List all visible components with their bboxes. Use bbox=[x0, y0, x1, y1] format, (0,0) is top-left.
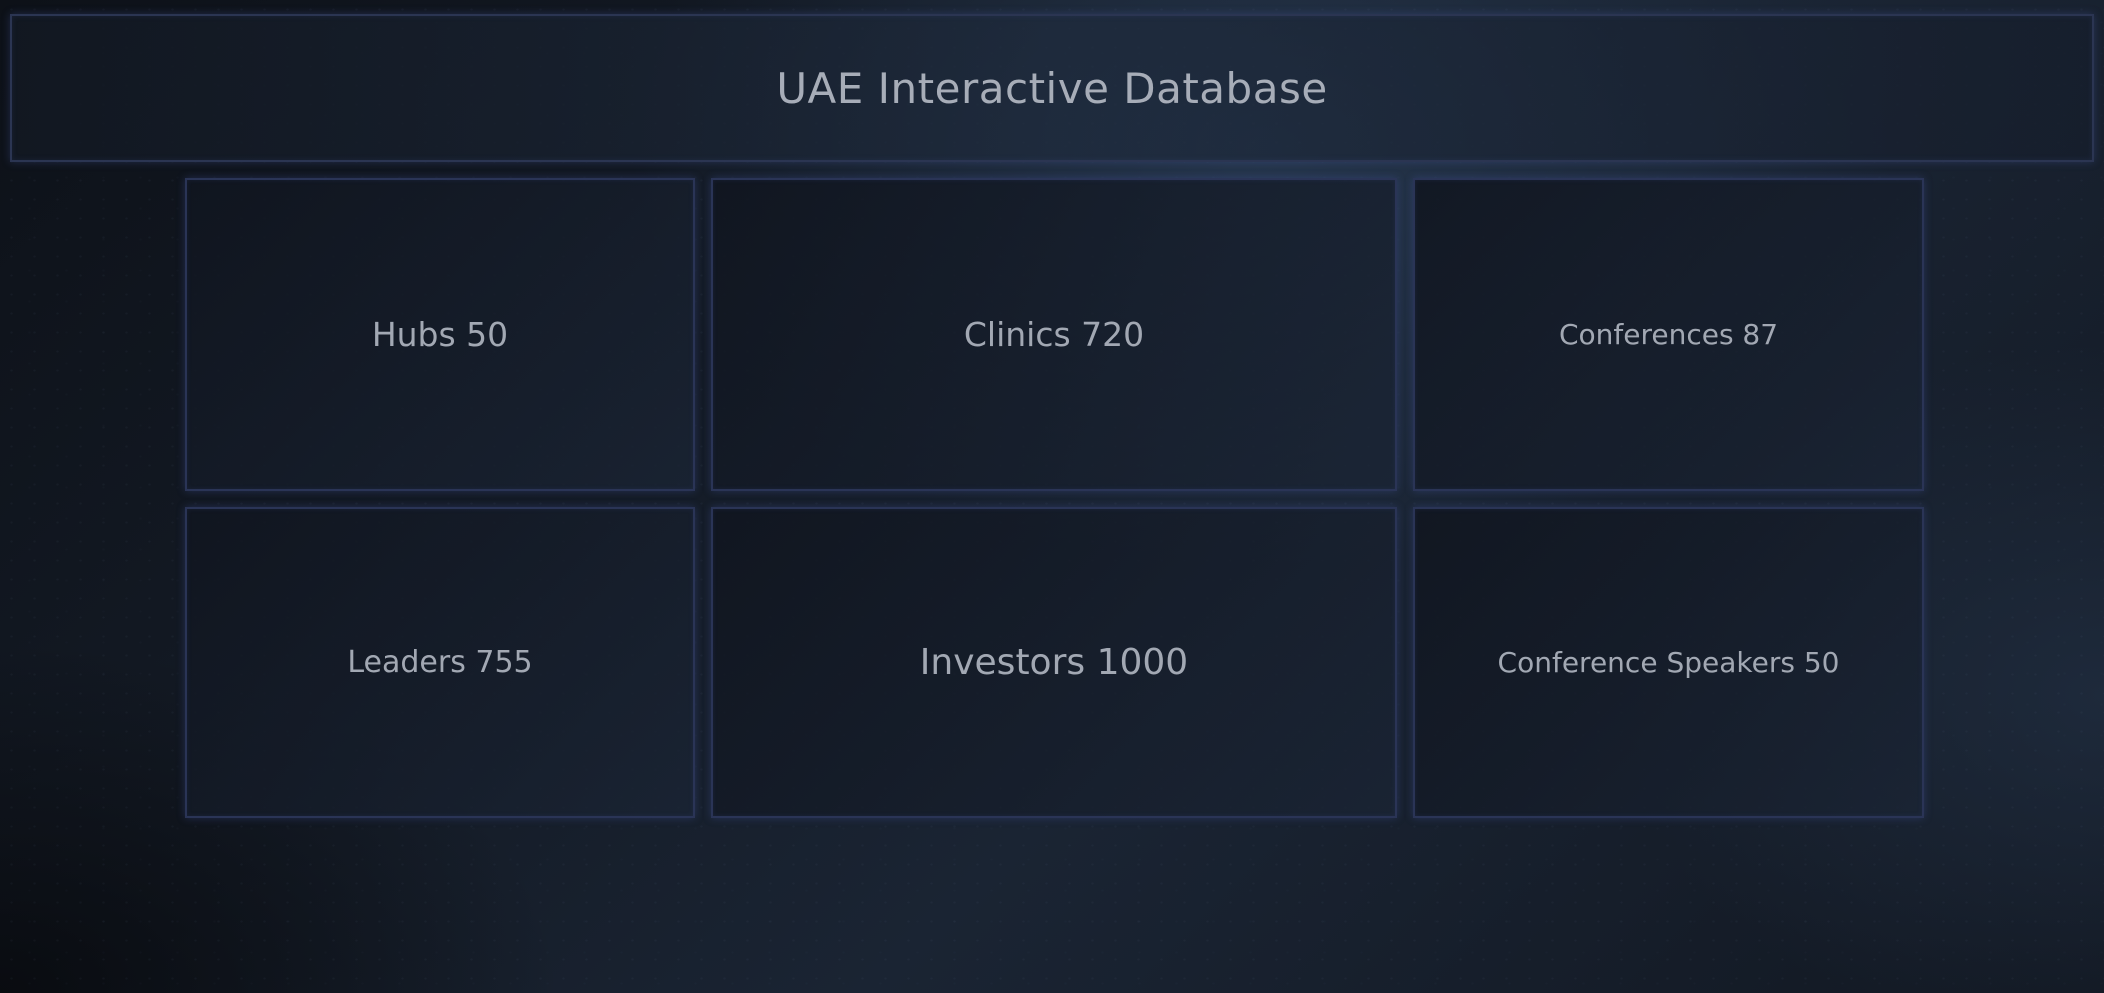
tile-hubs[interactable]: Hubs 50 bbox=[185, 178, 695, 491]
tile-investors[interactable]: Investors 1000 bbox=[711, 507, 1397, 818]
page-header: UAE Interactive Database bbox=[10, 14, 2094, 162]
tile-clinics-label: Clinics 720 bbox=[963, 315, 1145, 354]
tile-hubs-label: Hubs 50 bbox=[371, 315, 509, 354]
tile-conference-speakers-label: Conference Speakers 50 bbox=[1497, 646, 1840, 679]
tile-investors-label: Investors 1000 bbox=[919, 642, 1189, 683]
tile-leaders[interactable]: Leaders 755 bbox=[185, 507, 695, 818]
tile-conferences-label: Conferences 87 bbox=[1558, 318, 1779, 351]
tile-conference-speakers[interactable]: Conference Speakers 50 bbox=[1413, 507, 1924, 818]
tile-conferences[interactable]: Conferences 87 bbox=[1413, 178, 1924, 491]
tile-leaders-label: Leaders 755 bbox=[347, 645, 533, 680]
page-title: UAE Interactive Database bbox=[776, 63, 1328, 113]
tile-clinics[interactable]: Clinics 720 bbox=[711, 178, 1397, 491]
